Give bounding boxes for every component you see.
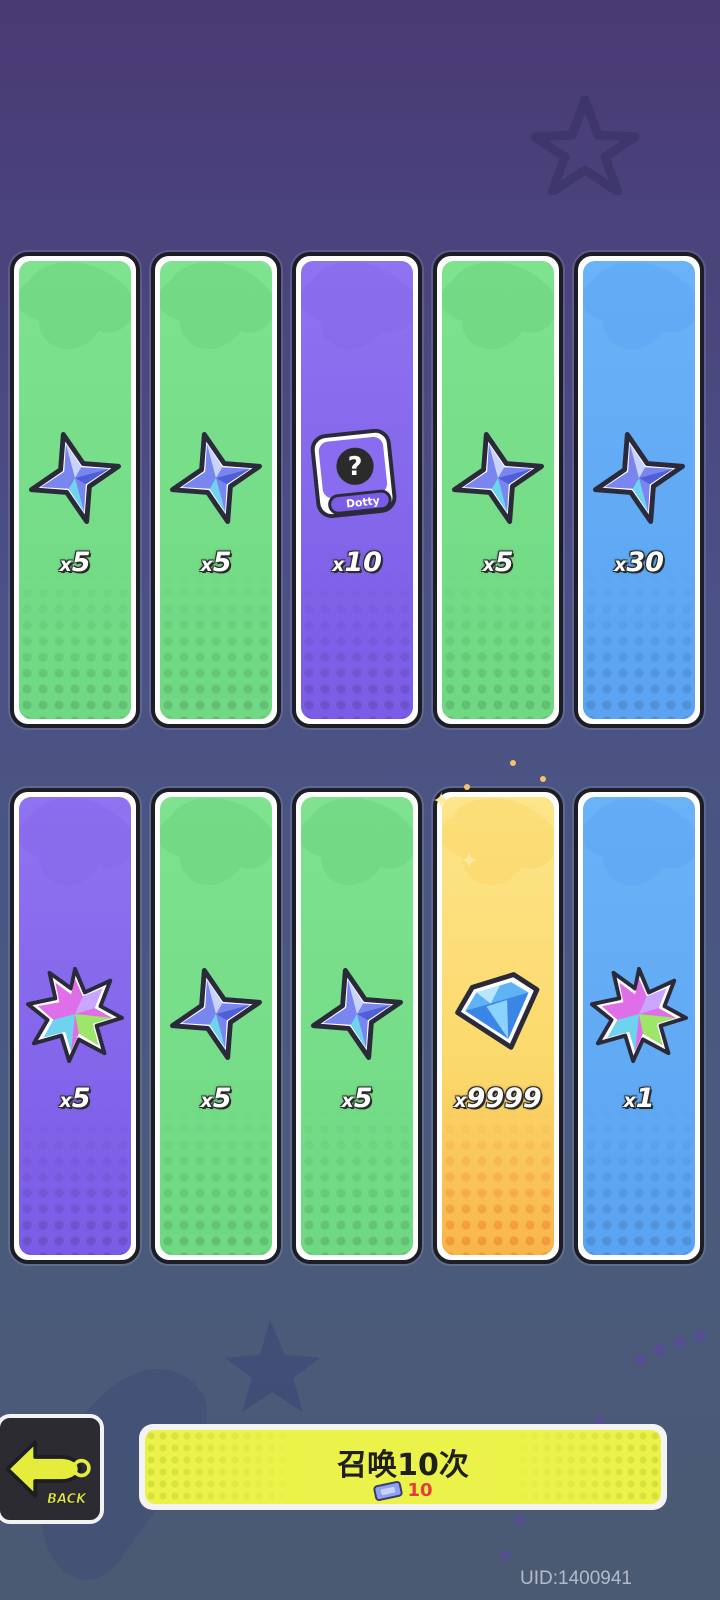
- card-face: x30: [583, 261, 695, 719]
- paint-splash: [160, 798, 272, 885]
- reward-card[interactable]: x5: [151, 788, 281, 1264]
- back-button[interactable]: BACK: [0, 1414, 104, 1524]
- back-label: BACK: [47, 1492, 87, 1507]
- card-face: x1: [583, 797, 695, 1255]
- halftone-pattern: [160, 569, 272, 719]
- reward-card[interactable]: x1: [574, 788, 704, 1264]
- reward-card[interactable]: ? Dotty x10: [292, 252, 422, 728]
- star-shard-icon: [311, 968, 403, 1060]
- summon-cost: 10: [145, 1480, 661, 1502]
- reward-card[interactable]: x5: [10, 788, 140, 1264]
- reward-card[interactable]: x5: [151, 252, 281, 728]
- reward-quantity: x9999: [454, 1083, 542, 1114]
- sparkle-dot: [510, 760, 516, 766]
- reward-row-2: x5 x5 x5 x9999 x1: [10, 788, 710, 1264]
- sparkle-dot: [464, 784, 470, 790]
- paint-splash: [19, 798, 131, 885]
- star-shard-icon: [170, 432, 262, 524]
- halftone-pattern: [301, 1105, 413, 1255]
- paint-splash: [160, 262, 272, 349]
- summon-button-face: 召唤10次 10: [145, 1430, 661, 1504]
- ticket-icon: [373, 1480, 404, 1501]
- halftone-pattern: [160, 1105, 272, 1255]
- paint-splash: [19, 262, 131, 349]
- paint-splash: [442, 262, 554, 349]
- card-face: x5: [160, 261, 272, 719]
- card-face: x5: [442, 261, 554, 719]
- halftone-pattern: [583, 1105, 695, 1255]
- reward-card[interactable]: x5: [433, 252, 563, 728]
- reward-quantity: x5: [59, 547, 91, 578]
- rainbow-leaf-icon: [26, 966, 124, 1063]
- star-shard-icon: [452, 432, 544, 524]
- background-star-doodle: [530, 95, 640, 195]
- card-face: x5: [19, 797, 131, 1255]
- reward-quantity: x1: [623, 1083, 655, 1114]
- mystery-dotty-icon: ? Dotty: [310, 429, 397, 518]
- halftone-pattern: [301, 569, 413, 719]
- halftone-pattern: [583, 569, 695, 719]
- star-shard-icon: [593, 432, 685, 524]
- reward-quantity: x5: [482, 547, 514, 578]
- svg-text:?: ?: [348, 452, 363, 482]
- reward-row-1: x5 x5 ? Dotty x10 x5 x30: [10, 252, 710, 728]
- paint-splash: [301, 798, 413, 885]
- reward-card[interactable]: x30: [574, 252, 704, 728]
- reward-quantity: x10: [332, 547, 382, 578]
- rainbow-leaf-icon: [590, 966, 688, 1063]
- sparkle-dot: [540, 776, 546, 782]
- reward-quantity: x30: [614, 547, 664, 578]
- card-face: x5: [160, 797, 272, 1255]
- diamond-gem-icon: [455, 972, 540, 1050]
- halftone-pattern: [19, 1105, 131, 1255]
- summon-cost-value: 10: [407, 1480, 433, 1501]
- paint-splash: [442, 798, 554, 885]
- summon-10-button[interactable]: 召唤10次 10: [139, 1424, 667, 1510]
- paint-splash: [301, 262, 413, 349]
- back-arrow-icon: BACK: [5, 1440, 91, 1508]
- star-shard-icon: [170, 968, 262, 1060]
- star-shard-icon: [29, 432, 121, 524]
- halftone-pattern: [442, 1105, 554, 1255]
- reward-quantity: x5: [200, 547, 232, 578]
- reward-quantity: x5: [59, 1083, 91, 1114]
- reward-quantity: x5: [341, 1083, 373, 1114]
- card-face: ? Dotty x10: [301, 261, 413, 719]
- user-id-label: UID:1400941: [520, 1568, 632, 1589]
- card-face: x9999: [442, 797, 554, 1255]
- sparkle-icon: ✦: [460, 848, 479, 873]
- card-face: x5: [301, 797, 413, 1255]
- reward-card[interactable]: x5: [10, 252, 140, 728]
- sparkle-icon: ✦: [432, 788, 451, 813]
- halftone-pattern: [442, 569, 554, 719]
- paint-splash: [583, 262, 695, 349]
- paint-splash: [583, 798, 695, 885]
- reward-card[interactable]: x9999: [433, 788, 563, 1264]
- reward-quantity: x5: [200, 1083, 232, 1114]
- halftone-pattern: [19, 569, 131, 719]
- card-face: x5: [19, 261, 131, 719]
- reward-card[interactable]: x5: [292, 788, 422, 1264]
- summon-label: 召唤10次: [337, 1448, 469, 1483]
